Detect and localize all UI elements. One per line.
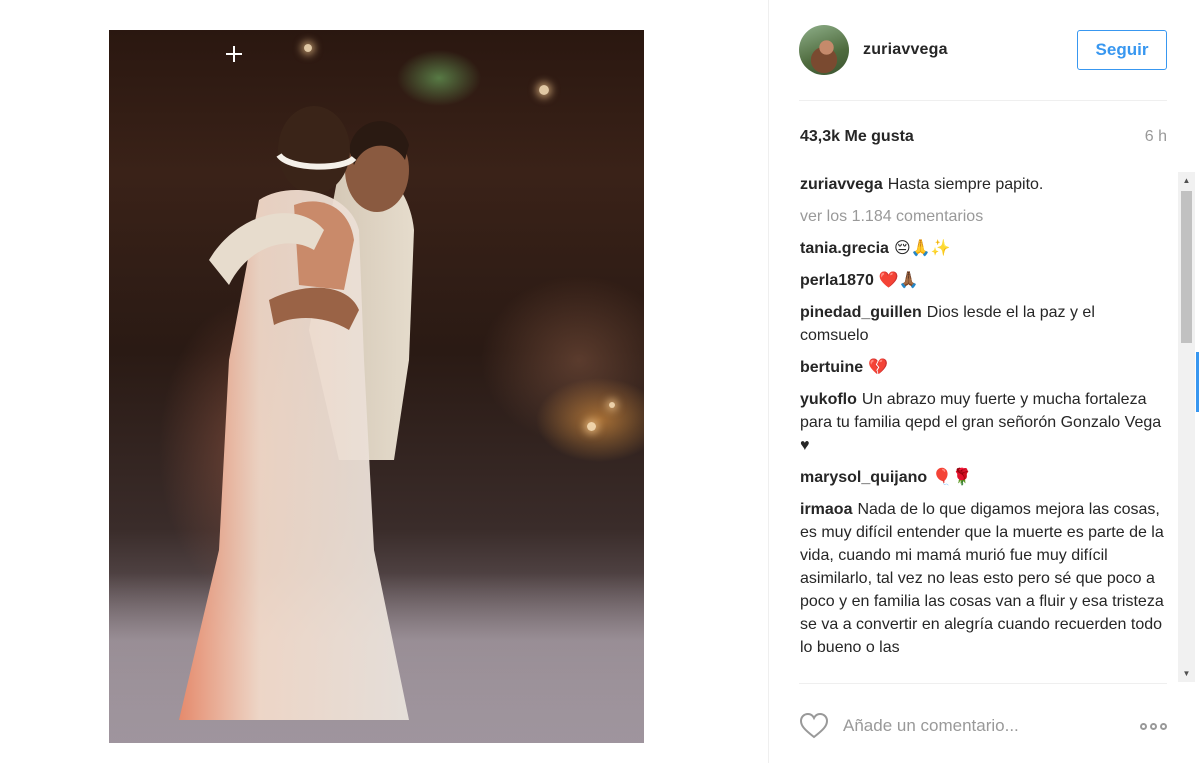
add-comment-input[interactable] xyxy=(843,716,1103,736)
add-comment-row xyxy=(799,708,1167,744)
list-item: bertuine 💔 xyxy=(800,356,1166,379)
dot xyxy=(1140,722,1147,730)
scrollbar-thumb[interactable] xyxy=(1181,191,1192,343)
dot xyxy=(1150,722,1157,730)
comment-username[interactable]: bertuine xyxy=(800,359,863,376)
author-username[interactable]: zuriavvega xyxy=(863,41,948,59)
heart-outline-icon[interactable] xyxy=(799,712,829,740)
caption: zuriavvega Hasta siempre papito. xyxy=(800,173,1166,196)
list-item: pinedad_guillen Dios lesde el la paz y el… xyxy=(800,301,1166,347)
comment-text: ❤️🙏🏾 xyxy=(878,272,919,289)
comment-username[interactable]: tania.grecia xyxy=(800,240,889,257)
more-options-icon[interactable] xyxy=(1140,722,1167,730)
avatar[interactable] xyxy=(799,25,849,75)
divider xyxy=(799,683,1167,684)
list-item: irmaoa Nada de lo que digamos mejora las … xyxy=(800,498,1166,659)
scroll-down-icon[interactable]: ▼ xyxy=(1178,665,1195,682)
post-sidebar: zuriavvega Seguir 43,3k Me gusta 6 h zur… xyxy=(768,0,1199,763)
comment-username[interactable]: zuriavvega xyxy=(800,176,883,193)
follow-button[interactable]: Seguir xyxy=(1077,30,1167,70)
comment-text: Hasta siempre papito. xyxy=(887,176,1044,193)
list-item: tania.grecia 😔🙏✨ xyxy=(800,237,1166,260)
divider xyxy=(799,100,1167,101)
comments-scrollbar[interactable]: ▲ ▼ xyxy=(1178,172,1195,682)
comment-username[interactable]: marysol_quijano xyxy=(800,469,927,486)
couple-illustration xyxy=(179,106,414,720)
dot xyxy=(1160,722,1167,730)
scroll-up-icon[interactable]: ▲ xyxy=(1178,172,1195,189)
view-all-comments-link[interactable]: ver los 1.184 comentarios xyxy=(800,205,1166,228)
comment-text: 😔🙏✨ xyxy=(893,240,951,257)
likes-row: 43,3k Me gusta 6 h xyxy=(800,128,1167,146)
cursor-crosshair-icon xyxy=(226,46,242,62)
comment-username[interactable]: perla1870 xyxy=(800,272,874,289)
timestamp[interactable]: 6 h xyxy=(1145,128,1167,146)
list-item: marysol_quijano 🎈🌹 xyxy=(800,466,1166,489)
comment-text: 🎈🌹 xyxy=(932,469,972,486)
likes-count[interactable]: 43,3k Me gusta xyxy=(800,128,914,146)
comment-username[interactable]: yukoflo xyxy=(800,391,857,408)
comment-text: 💔 xyxy=(868,359,889,376)
comments-list[interactable]: zuriavvega Hasta siempre papito. ver los … xyxy=(800,173,1166,683)
post-photo[interactable] xyxy=(109,30,644,743)
comment-username[interactable]: irmaoa xyxy=(800,501,852,518)
photo-pane xyxy=(0,0,768,763)
comment-text: Nada de lo que digamos mejora las cosas,… xyxy=(800,501,1164,656)
comment-username[interactable]: pinedad_guillen xyxy=(800,304,922,321)
post-header: zuriavvega Seguir xyxy=(799,25,1167,75)
list-item: yukoflo Un abrazo muy fuerte y mucha fort… xyxy=(800,388,1166,457)
list-item: perla1870 ❤️🙏🏾 xyxy=(800,269,1166,292)
